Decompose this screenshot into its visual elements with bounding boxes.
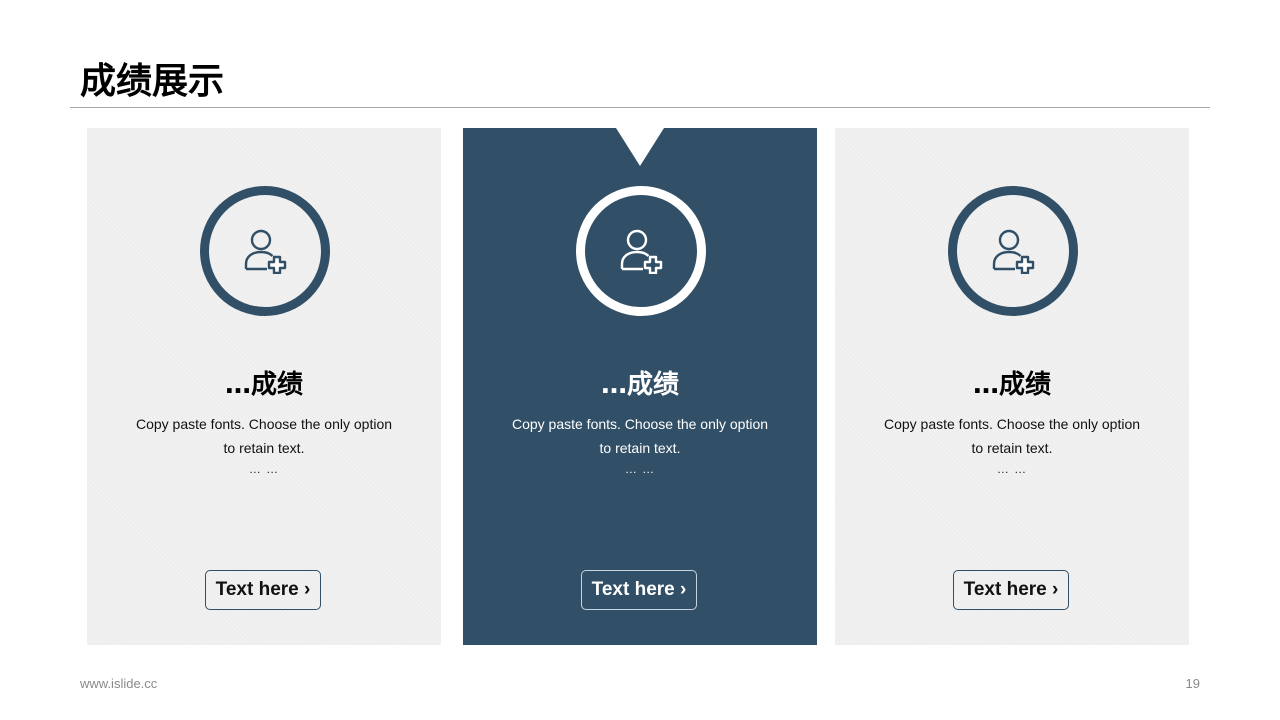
card-description-line-1: Copy paste fonts. Choose the only option (883, 416, 1141, 432)
page-number: 19 (1185, 676, 1200, 691)
card-title: …成绩 (972, 370, 1051, 400)
card-description-line-2: to retain text. (971, 440, 1053, 456)
card-ellipsis: … … (248, 462, 280, 476)
card-1: …成绩 Copy paste fonts. Choose the only op… (87, 128, 441, 645)
user-add-icon (620, 229, 663, 274)
user-add-icon (992, 229, 1035, 274)
card-3: …成绩 Copy paste fonts. Choose the only op… (835, 128, 1189, 645)
card-description-line-1: Copy paste fonts. Choose the only option (511, 416, 769, 432)
card-button[interactable]: Text here › (205, 570, 321, 610)
user-add-icon (244, 229, 287, 274)
card-description: Copy paste fonts. Choose the only option… (875, 412, 1149, 460)
icon-ring (200, 186, 330, 316)
card-button[interactable]: Text here › (581, 570, 697, 610)
card-description-line-2: to retain text. (599, 440, 681, 456)
card-description-line-1: Copy paste fonts. Choose the only option (135, 416, 393, 432)
page-title: 成绩展示 (80, 61, 225, 102)
card-title: …成绩 (224, 370, 303, 400)
card-title: …成绩 (600, 370, 679, 400)
card-notch (616, 128, 664, 166)
footer-url: www.islide.cc (80, 676, 158, 691)
card-description-line-2: to retain text. (223, 440, 305, 456)
card-ellipsis: … … (996, 462, 1028, 476)
card-2: …成绩 Copy paste fonts. Choose the only op… (463, 128, 817, 645)
card-ellipsis: … … (624, 462, 656, 476)
title-divider (70, 107, 1210, 108)
card-button[interactable]: Text here › (953, 570, 1069, 610)
icon-ring (576, 186, 706, 316)
card-description: Copy paste fonts. Choose the only option… (127, 412, 401, 460)
card-description: Copy paste fonts. Choose the only option… (503, 412, 777, 460)
icon-ring (948, 186, 1078, 316)
